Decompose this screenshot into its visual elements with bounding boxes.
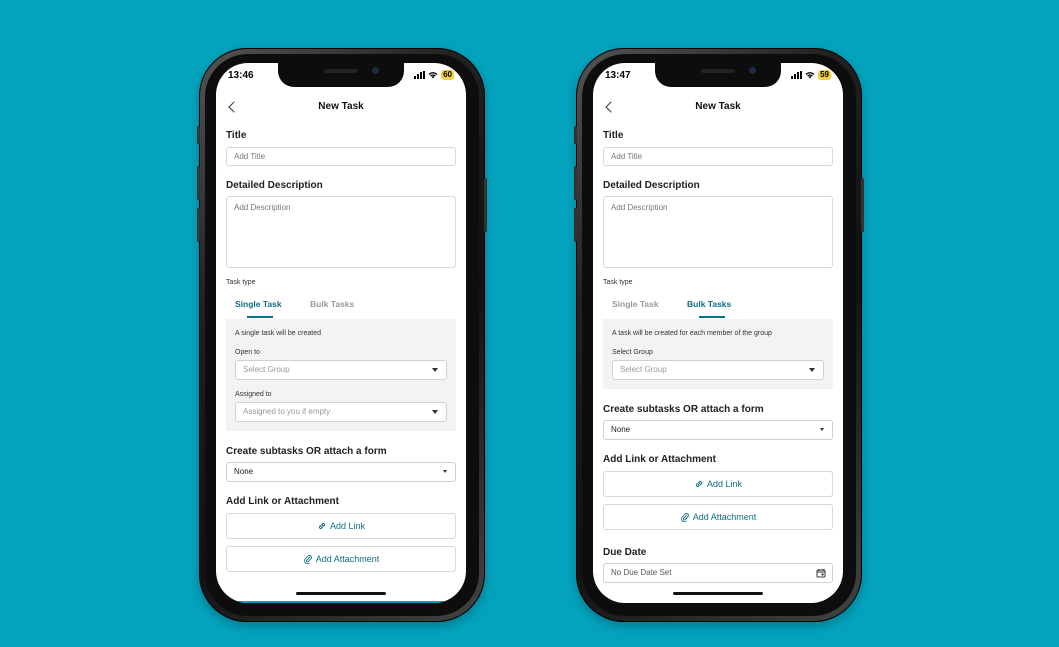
description-input[interactable]: Add Description (603, 196, 833, 268)
battery-icon: 60 (441, 70, 454, 80)
bottom-accent-line (216, 601, 466, 603)
status-bar: 13:46 60 (216, 70, 466, 86)
link-icon (695, 480, 703, 488)
dropdown-caret-icon (443, 470, 447, 473)
open-to-select[interactable]: Select Group (235, 360, 447, 380)
status-bar: 13:47 59 (593, 70, 843, 86)
power-button (484, 178, 487, 232)
mute-switch (574, 126, 577, 144)
bulk-tasks-panel: A task will be created for each member o… (603, 319, 833, 389)
signal-icon (791, 71, 803, 79)
home-indicator[interactable] (296, 592, 386, 595)
subtasks-label: Create subtasks OR attach a form (603, 404, 764, 415)
wifi-icon (428, 72, 438, 79)
select-group-select[interactable]: Select Group (612, 360, 824, 380)
subtasks-select[interactable]: None (603, 420, 833, 440)
paperclip-icon (303, 554, 312, 565)
page-title: New Task (695, 101, 741, 112)
description-input[interactable]: Add Description (226, 196, 456, 268)
home-indicator[interactable] (673, 592, 763, 595)
paperclip-icon (680, 512, 689, 523)
task-type-label: Task type (603, 279, 633, 286)
add-attachment-label: Add Attachment (315, 554, 380, 564)
dropdown-caret-icon (809, 368, 815, 372)
volume-up-button (574, 166, 577, 200)
panel-info-text: A single task will be created (235, 330, 321, 337)
tab-single-task[interactable]: Single Task (235, 296, 282, 312)
open-to-placeholder: Select Group (243, 365, 290, 374)
panel-info-text: A task will be created for each member o… (612, 330, 772, 337)
power-button (861, 178, 864, 232)
link-icon (318, 522, 326, 530)
right-phone: 13:47 59 New Task Title Add Title Detail… (574, 48, 864, 622)
wifi-icon (805, 72, 815, 79)
due-date-value: No Due Date Set (611, 568, 672, 577)
subtasks-value: None (611, 425, 631, 434)
add-attachment-button[interactable]: Add Attachment (603, 504, 833, 530)
battery-icon: 59 (818, 70, 831, 80)
subtasks-value: None (234, 467, 254, 476)
select-group-label: Select Group (612, 349, 653, 356)
title-input[interactable]: Add Title (603, 147, 833, 166)
calendar-icon[interactable] (816, 568, 826, 578)
add-link-button[interactable]: Add Link (603, 471, 833, 497)
dropdown-caret-icon (820, 428, 824, 431)
tab-bulk-tasks[interactable]: Bulk Tasks (687, 296, 731, 312)
assigned-to-placeholder: Assigned to you if empty (243, 407, 331, 416)
task-type-label: Task type (226, 279, 256, 286)
link-attachment-label: Add Link or Attachment (226, 496, 339, 507)
mute-switch (197, 126, 200, 144)
status-time: 13:47 (605, 70, 631, 81)
title-input[interactable]: Add Title (226, 147, 456, 166)
subtasks-select[interactable]: None (226, 462, 456, 482)
title-label: Title (603, 130, 624, 141)
single-task-panel: A single task will be created Open to Se… (226, 319, 456, 431)
add-link-button[interactable]: Add Link (226, 513, 456, 539)
due-date-label: Due Date (603, 547, 647, 558)
left-phone: 13:46 60 New Task Title Add Title Detail… (197, 48, 487, 622)
add-link-label: Add Link (706, 479, 743, 489)
add-attachment-label: Add Attachment (692, 512, 757, 522)
select-group-placeholder: Select Group (620, 365, 667, 374)
link-attachment-label: Add Link or Attachment (603, 454, 716, 465)
tab-bulk-tasks[interactable]: Bulk Tasks (310, 296, 354, 312)
screen: 13:47 59 New Task Title Add Title Detail… (593, 63, 843, 603)
status-time: 13:46 (228, 70, 254, 81)
open-to-label: Open to (235, 349, 260, 356)
active-tab-indicator (247, 316, 273, 318)
tab-single-task[interactable]: Single Task (612, 296, 659, 312)
signal-icon (414, 71, 426, 79)
dropdown-caret-icon (432, 368, 438, 372)
subtasks-label: Create subtasks OR attach a form (226, 446, 387, 457)
add-link-label: Add Link (329, 521, 366, 531)
due-date-field[interactable]: No Due Date Set (603, 563, 833, 583)
volume-down-button (197, 208, 200, 242)
assigned-to-select[interactable]: Assigned to you if empty (235, 402, 447, 422)
description-label: Detailed Description (603, 180, 700, 191)
volume-down-button (574, 208, 577, 242)
volume-up-button (197, 166, 200, 200)
page-title: New Task (318, 101, 364, 112)
add-attachment-button[interactable]: Add Attachment (226, 546, 456, 572)
active-tab-indicator (699, 316, 725, 318)
title-label: Title (226, 130, 247, 141)
dropdown-caret-icon (432, 410, 438, 414)
assigned-to-label: Assigned to (235, 391, 272, 398)
description-label: Detailed Description (226, 180, 323, 191)
screen: 13:46 60 New Task Title Add Title Detail… (216, 63, 466, 603)
